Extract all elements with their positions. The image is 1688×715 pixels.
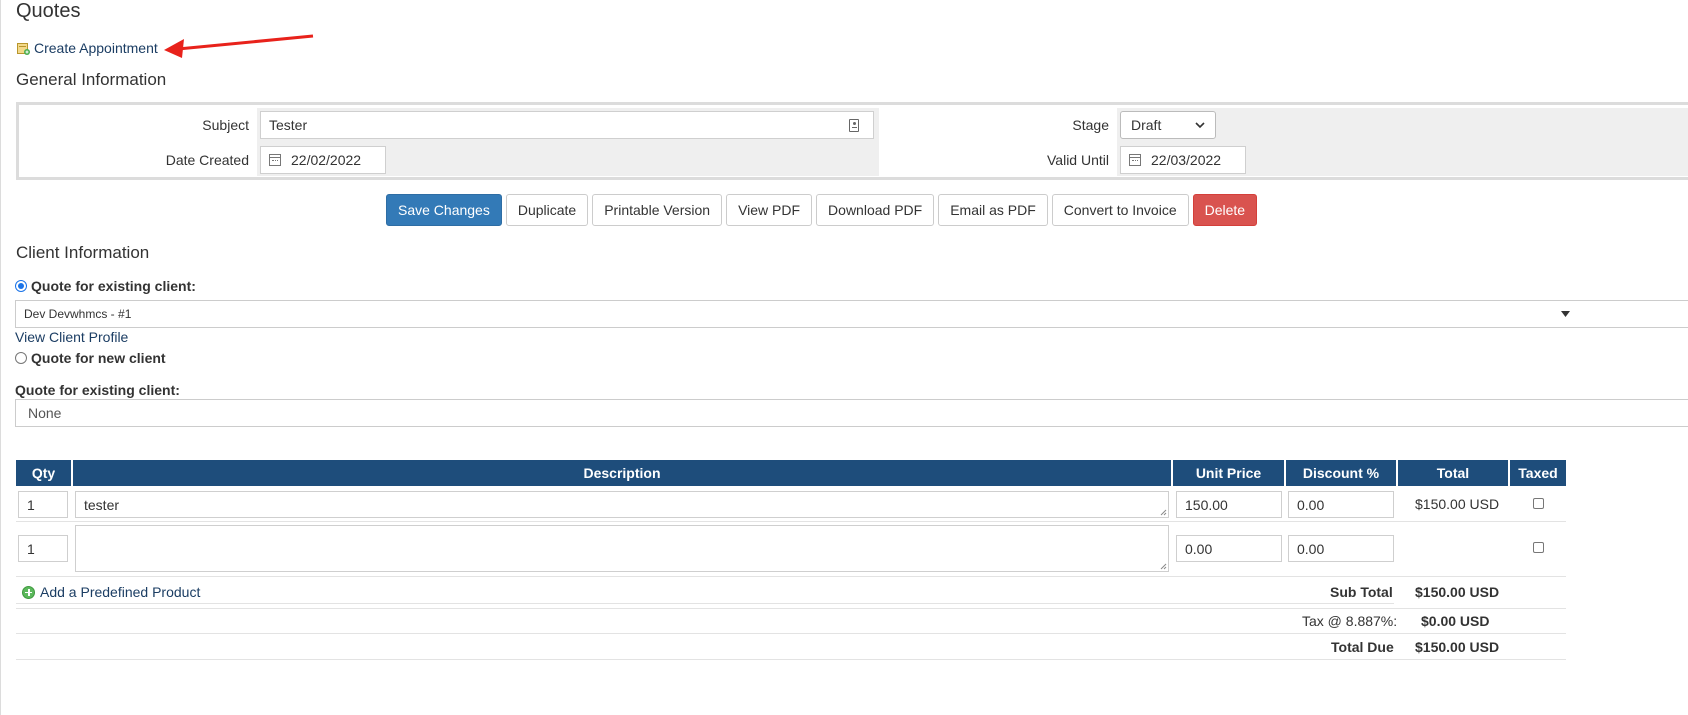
calendar-add-icon <box>17 42 30 55</box>
dropdown-arrow-icon <box>1561 311 1570 317</box>
header-qty: Qty <box>16 460 71 486</box>
row2-unit-price-input[interactable]: 0.00 <box>1176 535 1282 562</box>
duplicate-button[interactable]: Duplicate <box>505 194 589 226</box>
row2-taxed-checkbox[interactable] <box>1533 542 1544 553</box>
annotation-arrow-icon <box>164 34 314 58</box>
contact-card-icon <box>849 119 859 132</box>
row2-discount-input[interactable]: 0.00 <box>1288 535 1394 562</box>
create-appointment-link[interactable]: Create Appointment <box>17 40 158 56</box>
subject-input[interactable]: Tester <box>260 111 874 139</box>
row1-qty: 1 <box>27 497 35 513</box>
date-created-input[interactable]: 22/02/2022 <box>260 146 386 174</box>
row1-discount: 0.00 <box>1297 497 1325 513</box>
page-title: Quotes <box>16 0 81 22</box>
stage-label: Stage <box>1072 117 1109 133</box>
existing-client-label: Quote for existing client: <box>31 278 196 294</box>
row2-qty: 1 <box>27 541 35 557</box>
delete-button[interactable]: Delete <box>1192 194 1258 226</box>
new-client-label: Quote for new client <box>31 350 166 366</box>
resize-grip-icon[interactable] <box>1160 563 1167 570</box>
view-client-profile-link[interactable]: View Client Profile <box>15 329 128 345</box>
stage-select[interactable]: Draft <box>1120 111 1216 139</box>
new-client-radio[interactable] <box>15 352 27 364</box>
header-unit-price: Unit Price <box>1173 460 1284 486</box>
total-due-value: $150.00 USD <box>1415 639 1500 655</box>
valid-until-input[interactable]: 22/03/2022 <box>1120 146 1246 174</box>
date-created-label: Date Created <box>165 152 249 168</box>
create-appointment-label: Create Appointment <box>34 40 158 56</box>
client-info-title: Client Information <box>16 243 150 262</box>
row1-unit-price: 150.00 <box>1185 497 1228 513</box>
total-due-label: Total Due <box>1331 639 1394 655</box>
subject-value: Tester <box>269 117 308 133</box>
general-info-panel: Subject Tester Date Created 22/02/2022 S… <box>16 102 1688 180</box>
action-buttons: Save Changes Duplicate Printable Version… <box>386 194 1258 226</box>
add-circle-icon <box>22 585 35 599</box>
existing-client-option[interactable]: Quote for existing client: <box>15 278 196 294</box>
new-client-option[interactable]: Quote for new client <box>15 350 166 366</box>
row1-discount-input[interactable]: 0.00 <box>1288 491 1394 518</box>
calendar-icon <box>1129 154 1141 166</box>
valid-until-value: 22/03/2022 <box>1151 152 1222 168</box>
save-changes-button[interactable]: Save Changes <box>386 194 502 226</box>
row-divider <box>16 659 1566 660</box>
chevron-down-icon <box>1195 121 1205 128</box>
row2-qty-input[interactable]: 1 <box>18 535 68 562</box>
valid-until-label: Valid Until <box>1047 152 1109 168</box>
subtotal-value: $150.00 USD <box>1415 584 1500 600</box>
date-created-value: 22/02/2022 <box>291 152 362 168</box>
convert-invoice-button[interactable]: Convert to Invoice <box>1051 194 1189 226</box>
second-client-select[interactable]: None <box>15 399 1688 427</box>
row1-total: $150.00 USD <box>1415 496 1500 512</box>
header-taxed: Taxed <box>1510 460 1566 486</box>
second-client-value: None <box>28 405 62 421</box>
row1-qty-input[interactable]: 1 <box>18 491 68 518</box>
header-total: Total <box>1398 460 1508 486</box>
calendar-icon <box>269 154 281 166</box>
subtotal-label: Sub Total <box>1330 584 1393 600</box>
stage-value: Draft <box>1131 117 1162 133</box>
row1-unit-price-input[interactable]: 150.00 <box>1176 491 1282 518</box>
row-divider <box>16 603 1394 604</box>
page-left-border <box>0 0 1 715</box>
row1-taxed-checkbox[interactable] <box>1533 498 1544 509</box>
resize-grip-icon[interactable] <box>1160 509 1167 516</box>
row1-description: tester <box>84 497 120 513</box>
client-select[interactable]: Dev Devwhmcs - #1 <box>15 300 1688 328</box>
existing-client-radio[interactable] <box>15 280 27 292</box>
row2-description-input[interactable] <box>75 525 1169 572</box>
second-client-label: Quote for existing client: <box>15 382 180 398</box>
header-discount: Discount % <box>1286 460 1396 486</box>
row-divider <box>16 633 1566 634</box>
row-divider <box>16 576 1566 577</box>
subject-label: Subject <box>202 117 249 133</box>
add-product-label: Add a Predefined Product <box>40 584 201 600</box>
email-pdf-button[interactable]: Email as PDF <box>938 194 1048 226</box>
view-pdf-button[interactable]: View PDF <box>726 194 813 226</box>
download-pdf-button[interactable]: Download PDF <box>816 194 935 226</box>
printable-version-button[interactable]: Printable Version <box>592 194 723 226</box>
row-divider <box>16 521 1566 522</box>
row2-unit-price: 0.00 <box>1185 541 1213 557</box>
add-predefined-product-link[interactable]: Add a Predefined Product <box>22 584 200 600</box>
tax-value: $0.00 USD <box>1421 613 1490 629</box>
tax-label: Tax @ 8.887%: <box>1302 613 1398 629</box>
row2-discount: 0.00 <box>1297 541 1325 557</box>
client-select-value: Dev Devwhmcs - #1 <box>24 307 132 321</box>
row-divider <box>16 608 1566 609</box>
general-info-title: General Information <box>16 70 167 89</box>
header-description: Description <box>73 460 1171 486</box>
row1-description-input[interactable]: tester <box>75 491 1169 518</box>
